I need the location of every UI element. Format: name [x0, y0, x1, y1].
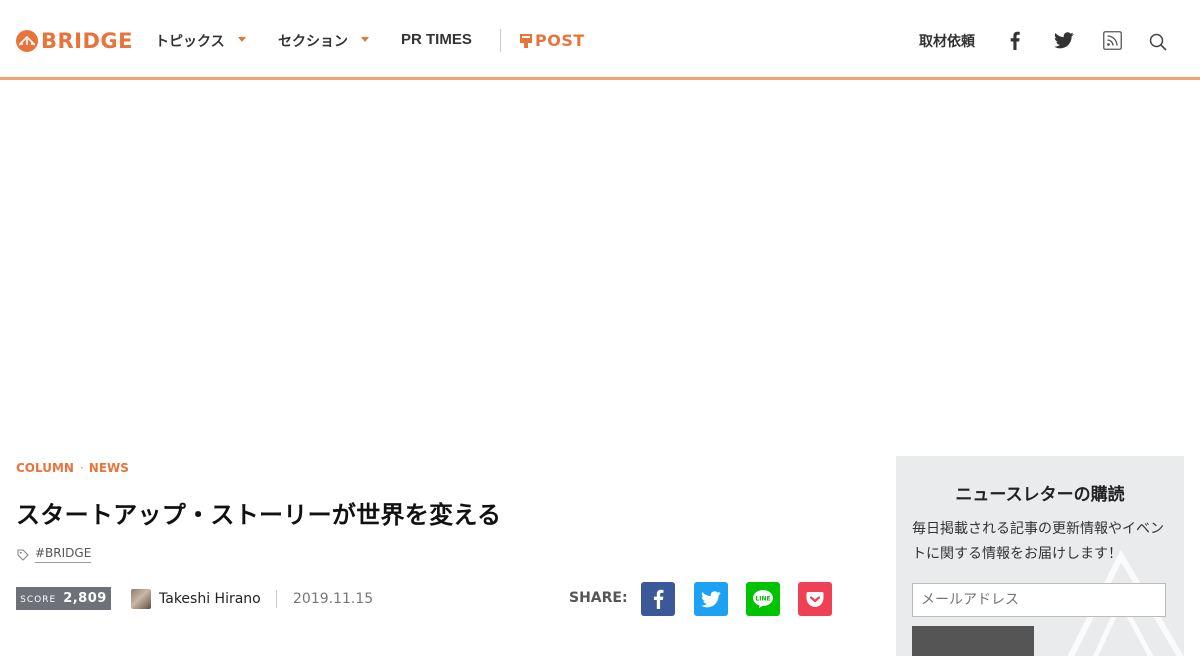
search-icon[interactable] [1149, 33, 1167, 55]
nav-topics[interactable]: トピックス [155, 31, 225, 51]
newsletter-subscribe-button[interactable] [912, 626, 1034, 656]
nav-pr-times[interactable]: PR TIMES [401, 31, 472, 48]
newsletter-description: 毎日掲載される記事の更新情報やイベントに関する情報をお届けします！ [912, 521, 1164, 562]
author-avatar [131, 589, 151, 609]
publish-date: 2019.11.15 [293, 591, 374, 607]
share-line-button[interactable]: LINE [746, 582, 780, 616]
sections-dropdown-caret-icon[interactable] [361, 37, 369, 42]
article-title: スタートアップ・ストーリーが世界を変える [16, 501, 502, 529]
score-label: SCORE [20, 594, 57, 605]
share-facebook-button[interactable] [641, 582, 675, 616]
nav-sections[interactable]: セクション [278, 31, 348, 51]
line-icon: LINE [753, 590, 773, 608]
author-name: Takeshi Hirano [159, 591, 261, 607]
logo-text: BRIDGE [41, 29, 134, 53]
newsletter-panel: ニュースレターの購読 毎日掲載される記事の更新情報やイベントに関する情報をお届け… [896, 456, 1184, 656]
twitter-icon[interactable] [1054, 32, 1074, 53]
rss-icon[interactable] [1103, 31, 1122, 54]
author-link[interactable]: Takeshi Hirano [131, 589, 261, 609]
svg-text:LINE: LINE [755, 596, 770, 603]
facebook-icon[interactable] [1010, 31, 1020, 54]
newsletter-email-input[interactable] [912, 583, 1166, 617]
share-twitter-button[interactable] [694, 582, 728, 616]
pocket-icon [806, 591, 824, 607]
twitter-icon [701, 590, 721, 607]
tag-icon [17, 548, 29, 561]
facebook-icon [653, 589, 663, 609]
category-separator: · [79, 461, 84, 475]
site-header: BRIDGE トピックス セクション PR TIMES POST 取材依頼 [0, 0, 1200, 80]
bridge-logo[interactable]: BRIDGE [16, 29, 133, 53]
ad-banner-area [0, 80, 1200, 448]
nav-divider [500, 29, 501, 52]
tag-bridge-link[interactable]: #BRIDGE [35, 546, 92, 563]
post-label: POST [535, 31, 585, 50]
article-categories: COLUMN · NEWS [16, 461, 129, 475]
logo-mark-icon [16, 30, 38, 52]
post-box-icon [520, 33, 532, 48]
share-pocket-button[interactable] [798, 582, 832, 616]
category-news-link[interactable]: NEWS [89, 461, 129, 475]
request-coverage-link[interactable]: 取材依頼 [919, 31, 975, 51]
post-link[interactable]: POST [520, 31, 585, 50]
score-badge: SCORE 2,809 [16, 587, 111, 610]
share-label: SHARE: [569, 590, 628, 606]
category-column-link[interactable]: COLUMN [16, 461, 74, 475]
meta-divider [276, 590, 277, 608]
article-tags: #BRIDGE [17, 546, 92, 563]
score-value: 2,809 [63, 591, 107, 606]
newsletter-title: ニュースレターの購読 [955, 485, 1125, 505]
topics-dropdown-caret-icon[interactable] [238, 37, 246, 42]
